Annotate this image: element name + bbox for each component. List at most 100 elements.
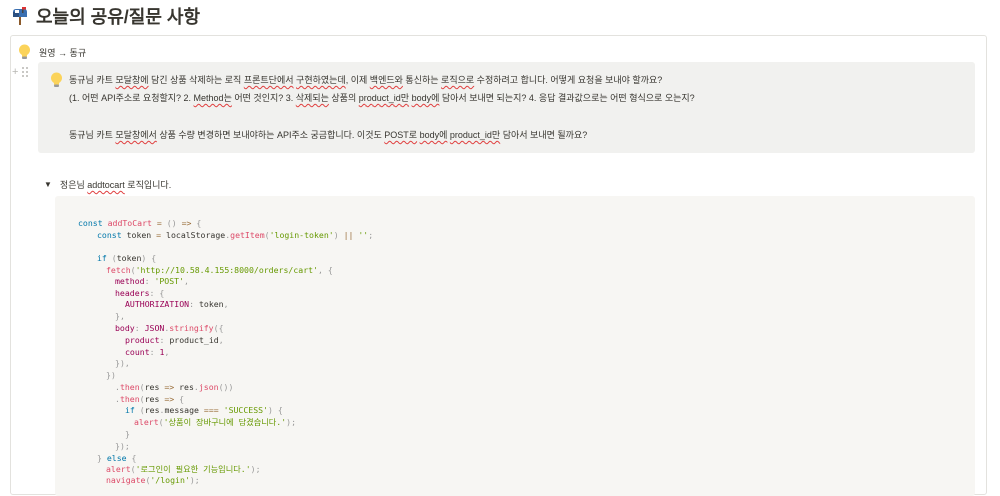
code-line: },	[115, 311, 125, 322]
tok: getItem	[230, 230, 265, 240]
tok: alert	[134, 417, 159, 427]
tok: ===	[203, 405, 219, 415]
tok: addToCart	[107, 218, 152, 228]
tok: message	[164, 405, 204, 415]
text: 구현하였는데	[296, 75, 346, 85]
tok: ,	[119, 311, 125, 321]
tok: ;	[255, 464, 261, 474]
code-line: if (res.message === 'SUCCESS') {	[125, 405, 283, 416]
tok: res	[144, 394, 160, 404]
tok: token	[121, 230, 157, 240]
text: 상품의	[328, 93, 359, 103]
code-line: if (token) {	[97, 253, 156, 264]
lightbulb-icon	[50, 72, 63, 88]
question-line-1: 동규님 카트 모달창에 담긴 상품 삭제하는 로직 프론트단에서 구현하였는데,…	[69, 73, 662, 86]
text: 담아서 보내면 될까요?	[500, 130, 588, 140]
tok: product	[125, 335, 160, 345]
code-line: const addToCart = () => {	[78, 218, 201, 229]
tok: then	[119, 394, 140, 404]
tok: const	[78, 218, 103, 228]
tok: localStorage	[161, 230, 226, 240]
tok: ,	[164, 347, 170, 357]
tok: product_id	[164, 335, 219, 345]
mailbox-icon	[10, 6, 30, 26]
tok: {	[327, 265, 333, 275]
tok: then	[119, 382, 140, 392]
tok: 'http://10.58.4.155:8000/orders/cart'	[135, 265, 318, 275]
tok: {	[131, 453, 137, 463]
tok: AUTHORIZATION	[125, 299, 190, 309]
tok: headers	[115, 288, 150, 298]
text: 담아서 보내면 되는지? 4. 응답 결과값으로는 어떤 형식으로 오는지?	[439, 93, 695, 103]
drag-handle-icon[interactable]	[22, 67, 29, 77]
text: , 이제	[345, 75, 370, 85]
toggle-triangle-icon[interactable]: ▼	[44, 180, 52, 189]
tok: ||	[343, 230, 354, 240]
tok: alert	[106, 464, 131, 474]
text: 동규님 카트	[69, 130, 116, 140]
code-line: AUTHORIZATION: token,	[125, 299, 229, 310]
lightbulb-icon	[18, 44, 31, 60]
text: 프론트단에서	[243, 75, 294, 85]
text: 로직입니다.	[124, 180, 172, 190]
text: 삭제되는	[295, 93, 329, 103]
callout-header: 원영 → 동규	[18, 44, 86, 60]
text: 상품 수량 변경하면 보내야하는 API주소 궁금합니다. 이것도	[156, 130, 385, 140]
tok: '로그인이 필요한 기능입니다.'	[135, 464, 251, 474]
text: 백엔드와	[369, 75, 403, 85]
tok: ,	[184, 276, 189, 286]
code-line: navigate('/login');	[106, 475, 200, 486]
tok: ,	[223, 299, 229, 309]
code-block[interactable]: const addToCart = () => { const token = …	[55, 196, 975, 496]
text: product_id만	[358, 93, 410, 103]
tok: fetch	[106, 265, 131, 275]
question-callout: 동규님 카트 모달창에 담긴 상품 삭제하는 로직 프론트단에서 구현하였는데,…	[38, 62, 975, 153]
tok: body	[115, 323, 135, 333]
tok: }	[125, 429, 130, 439]
toggle-block[interactable]: ▼ 정은님 addtocart 로직입니다.	[44, 178, 171, 191]
tok: stringify	[169, 323, 214, 333]
code-line: } else {	[97, 453, 136, 464]
tok: {	[179, 394, 185, 404]
code-line: fetch('http://10.58.4.155:8000/orders/ca…	[106, 265, 333, 276]
tok: method	[115, 276, 145, 286]
tok: ,	[124, 358, 130, 368]
tok: JSON	[144, 323, 165, 333]
tok: ''	[358, 230, 369, 240]
tok: {	[277, 405, 283, 415]
tok: =>	[164, 394, 175, 404]
tok: ()	[166, 218, 177, 228]
tok: if	[125, 405, 135, 415]
text: Method는	[193, 93, 232, 103]
tok: 'login-token'	[269, 230, 334, 240]
page-title-text: 오늘의 공유/질문 사항	[36, 7, 201, 27]
code-line: body: JSON.stringify({	[115, 323, 224, 334]
plus-icon[interactable]: +	[12, 66, 18, 78]
code-line: .then(res => {	[115, 394, 184, 405]
code-line: headers: {	[115, 288, 164, 299]
tok: {	[196, 218, 202, 228]
code-line: })	[106, 370, 116, 381]
tok: {	[151, 253, 157, 263]
code-line: .then(res => res.json())	[115, 382, 233, 393]
block-handle[interactable]: +	[12, 66, 29, 78]
tok: ,	[218, 335, 224, 345]
text: (1. 어떤 API주소로 요청할지? 2.	[69, 93, 194, 103]
tok: )	[228, 382, 234, 392]
tok: token	[116, 253, 142, 263]
tok: {	[218, 323, 224, 333]
toggle-label: 정은님 addtocart 로직입니다.	[60, 178, 171, 191]
callout-header-text: 원영 → 동규	[39, 47, 87, 58]
code-line: alert('상품이 장바구니에 담겼습니다.');	[134, 417, 296, 428]
text: POST로	[384, 130, 418, 140]
text: body에	[419, 130, 448, 140]
text: 모달창에서	[115, 130, 157, 140]
code-line: count: 1,	[125, 347, 169, 358]
text: 로직으로	[441, 75, 475, 85]
text: 어떤 것인지? 3.	[231, 93, 296, 103]
tok: res	[174, 382, 194, 392]
code-line: }	[125, 429, 130, 440]
text: 동규님 카트	[69, 75, 116, 85]
text: 모달창에	[115, 75, 149, 85]
text: product_id만	[449, 130, 501, 140]
